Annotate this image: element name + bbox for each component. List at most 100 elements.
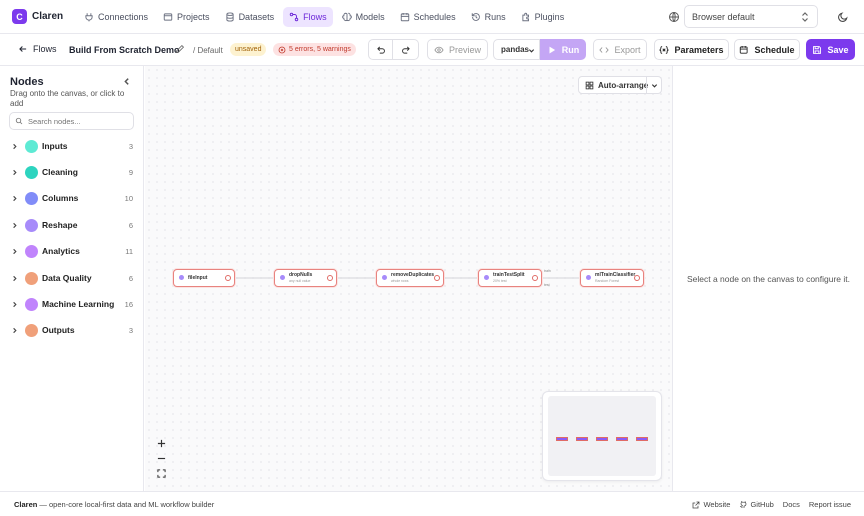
node-search-input[interactable] (28, 116, 128, 126)
save-button[interactable]: Save (806, 39, 855, 60)
node-icon (484, 275, 489, 280)
category-inputs[interactable]: Inputs 3 (0, 136, 144, 156)
run-button[interactable]: Run (540, 39, 586, 60)
node-label: mlTrainClassifier (595, 272, 636, 278)
errors-badge[interactable]: 5 errors, 5 warnings (273, 43, 356, 56)
node-search[interactable] (9, 112, 134, 130)
edge-label-test: test (544, 283, 550, 287)
minus-icon (157, 457, 165, 460)
parameters-button[interactable]: Parameters (654, 39, 729, 60)
flow-node-mltrainclassifier[interactable]: mlTrainClassifier Random Forest (580, 269, 644, 287)
github-link[interactable]: GitHub (739, 500, 774, 509)
preview-button[interactable]: Preview (427, 39, 488, 60)
category-count: 3 (128, 141, 133, 151)
chevron-down-icon[interactable] (651, 82, 658, 89)
category-count: 10 (124, 193, 133, 203)
node-label: dropNulls (289, 272, 313, 278)
minimap-viewport (548, 396, 656, 476)
node-icon (179, 275, 184, 280)
app-name: Claren (32, 11, 64, 22)
category-icon (25, 244, 38, 258)
zoom-out-button[interactable] (154, 451, 168, 466)
plugin-icon (522, 12, 529, 21)
category-machine-learning[interactable]: Machine Learning 16 (0, 294, 144, 314)
grid-icon (585, 81, 594, 89)
chevron-right-icon (13, 327, 17, 333)
category-label: Inputs (42, 141, 68, 151)
website-label: Website (703, 500, 731, 509)
minimap-node (616, 437, 628, 441)
export-label: Export (614, 44, 641, 55)
zoom-in-button[interactable] (154, 436, 168, 451)
sidebar-subtitle: Drag onto the canvas, or click to add (10, 89, 125, 108)
schedule-button[interactable]: Schedule (734, 39, 800, 60)
website-link[interactable]: Website (692, 500, 730, 509)
nav-label: Models (355, 11, 385, 22)
nav-item-plugins[interactable]: Plugins (515, 7, 571, 27)
nav-item-datasets[interactable]: Datasets (219, 7, 281, 27)
history-icon (471, 12, 480, 21)
category-columns[interactable]: Columns 10 (0, 188, 144, 208)
pencil-icon[interactable] (175, 44, 185, 54)
category-count: 16 (124, 299, 133, 309)
chevron-down-icon (528, 49, 535, 53)
minimap[interactable] (542, 391, 662, 481)
flow-canvas[interactable]: Auto-arrange fileInput dropNulls any nul… (145, 66, 672, 491)
docs-link[interactable]: Docs (783, 500, 800, 509)
nav-item-runs[interactable]: Runs (465, 7, 512, 27)
nav-label: Schedules (413, 11, 456, 22)
auto-arrange-button[interactable]: Auto-arrange (578, 76, 662, 94)
preview-label: Preview (448, 44, 481, 55)
flow-node-fileinput[interactable]: fileInput (173, 269, 235, 287)
redo-button[interactable] (393, 39, 419, 60)
eye-icon (434, 46, 444, 53)
app-logo: C (12, 9, 27, 24)
chevron-right-icon (13, 301, 17, 307)
back-to-flows-link[interactable]: Flows (18, 44, 57, 54)
nav-label: Datasets (238, 11, 275, 22)
error-circle-icon (434, 275, 440, 281)
report-issue-link[interactable]: Report issue (809, 500, 851, 509)
category-label: Reshape (42, 220, 78, 230)
chevron-right-icon (13, 195, 17, 201)
minimap-node (596, 437, 608, 441)
edge-label-train: train (544, 269, 551, 273)
node-label: removeDuplicates (391, 272, 435, 278)
braces-variable-icon (659, 45, 670, 54)
flow-node-dropnulls[interactable]: dropNulls any null value (274, 269, 337, 287)
globe-icon (669, 12, 679, 22)
brand[interactable]: C Claren (12, 9, 70, 24)
external-link-icon (693, 501, 700, 508)
node-sublabel: Random Forest (595, 279, 620, 283)
engine-select[interactable]: pandas (493, 39, 540, 60)
arrow-left-icon (19, 46, 27, 52)
footer-links: Website GitHub Docs Report issue (683, 500, 851, 509)
nav-item-flows[interactable]: Flows (283, 6, 333, 27)
undo-button[interactable] (368, 39, 393, 60)
nav-item-connections[interactable]: Connections (78, 7, 154, 27)
flow-node-traintestsplit[interactable]: trainTestSplit 20% test (478, 269, 542, 287)
calendar-clock-icon (740, 45, 749, 54)
category-analytics[interactable]: Analytics 11 (0, 241, 144, 261)
language-select[interactable]: Browser default (684, 5, 818, 28)
fit-view-button[interactable] (154, 466, 168, 481)
category-reshape[interactable]: Reshape 6 (0, 215, 144, 235)
engine-value: pandas (501, 45, 530, 54)
category-data-quality[interactable]: Data Quality 6 (0, 268, 144, 288)
category-cleaning[interactable]: Cleaning 9 (0, 162, 144, 182)
error-circle-icon (327, 275, 333, 281)
nav-item-projects[interactable]: Projects (157, 7, 216, 27)
node-icon (280, 275, 285, 280)
export-button[interactable]: Export (593, 39, 647, 60)
moon-icon[interactable] (837, 11, 849, 23)
nav-item-schedules[interactable]: Schedules (394, 7, 462, 27)
breadcrumb: / Default (193, 46, 223, 55)
nav-item-models[interactable]: Models (336, 7, 391, 27)
category-outputs[interactable]: Outputs 3 (0, 320, 144, 340)
github-label: GitHub (750, 500, 774, 509)
footer-brand: Claren (14, 499, 38, 509)
parameters-label: Parameters (674, 44, 724, 55)
category-label: Outputs (42, 325, 75, 335)
chevron-left-icon[interactable] (122, 77, 131, 86)
flow-node-removeduplicates[interactable]: removeDuplicates whole rows (376, 269, 444, 287)
